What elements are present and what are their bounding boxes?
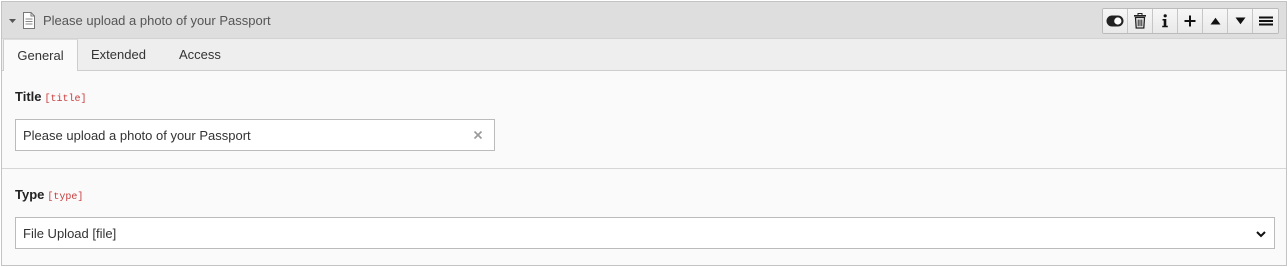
info-icon xyxy=(1161,14,1169,28)
tab-general[interactable]: General xyxy=(3,39,78,72)
type-field-label: Type [type] xyxy=(15,187,83,203)
record-toolbar xyxy=(1102,8,1279,34)
tab-bar: General Extended Access xyxy=(2,39,1286,72)
add-record-button[interactable] xyxy=(1178,9,1203,33)
title-input[interactable]: Please upload a photo of your Passport xyxy=(15,119,495,151)
drag-handle-icon xyxy=(1258,16,1273,26)
toggle-icon xyxy=(1106,15,1124,27)
move-up-button[interactable] xyxy=(1203,9,1228,33)
document-icon xyxy=(22,12,36,29)
arrow-up-icon xyxy=(1210,17,1221,25)
type-field-key: [type] xyxy=(47,192,84,203)
content-element-panel: Please upload a photo of your Passport G… xyxy=(1,1,1287,266)
title-field-key: [title] xyxy=(44,94,87,105)
move-down-button[interactable] xyxy=(1228,9,1253,33)
panel-header: Please upload a photo of your Passport xyxy=(2,2,1286,39)
title-label-text: Title xyxy=(15,89,42,104)
type-field-section: Type [type] File Upload [file] xyxy=(2,169,1286,265)
delete-button[interactable] xyxy=(1128,9,1153,33)
type-select[interactable]: File Upload [file] xyxy=(15,217,1275,249)
plus-icon xyxy=(1184,15,1196,27)
toggle-visibility-button[interactable] xyxy=(1103,9,1128,33)
type-label-text: Type xyxy=(15,187,45,202)
tab-extended[interactable]: Extended xyxy=(91,39,146,71)
tab-access[interactable]: Access xyxy=(179,39,221,71)
title-input-value: Please upload a photo of your Passport xyxy=(23,128,251,143)
arrow-down-icon xyxy=(1235,17,1246,25)
clear-input-icon[interactable] xyxy=(472,129,484,141)
title-field-label: Title [title] xyxy=(15,89,87,105)
drag-handle-button[interactable] xyxy=(1253,9,1278,33)
info-button[interactable] xyxy=(1153,9,1178,33)
collapse-caret-icon[interactable] xyxy=(8,16,17,25)
trash-icon xyxy=(1133,13,1147,29)
type-select-value: File Upload [file] xyxy=(23,226,117,241)
chevron-down-icon xyxy=(1256,229,1266,239)
title-field-section: Title [title] Please upload a photo of yo… xyxy=(2,71,1286,169)
panel-title[interactable]: Please upload a photo of your Passport xyxy=(43,13,271,28)
